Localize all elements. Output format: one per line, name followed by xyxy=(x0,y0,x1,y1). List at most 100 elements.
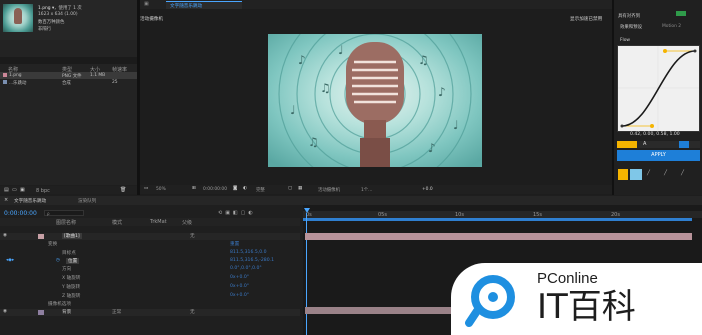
col-trkmat[interactable]: TrkMat xyxy=(150,219,167,225)
playhead-line xyxy=(306,213,307,335)
selected-tool-button[interactable] xyxy=(679,141,689,148)
roi-icon[interactable]: ▢ xyxy=(288,186,292,191)
tab-composition[interactable]: 文字随音乐跳动 xyxy=(166,1,242,9)
camera-dropdown[interactable]: 活动摄像机 xyxy=(318,187,340,193)
layer-bar-camera[interactable] xyxy=(305,233,692,240)
trash-icon[interactable]: 🗑 xyxy=(120,187,126,193)
curve-tools: A xyxy=(617,141,700,148)
prop-value[interactable]: 811.5,316.5,0.0 xyxy=(230,250,267,255)
toggle-switch[interactable] xyxy=(676,11,686,16)
preset-thumb[interactable] xyxy=(618,169,628,180)
eye-icon[interactable]: ◉ xyxy=(3,233,7,238)
col-parent[interactable]: 父级 xyxy=(182,219,192,226)
project-row-comp[interactable]: ...乐跳动 合成 25 xyxy=(0,79,137,86)
keyframe-nav-icon[interactable]: ◂◆▸ xyxy=(6,258,14,263)
lock-icon[interactable]: ▣ xyxy=(144,1,149,7)
close-icon[interactable]: × xyxy=(4,197,8,203)
item-colors: 数百万种颜色 xyxy=(38,20,65,25)
item-name[interactable]: 1.png ▾ xyxy=(38,6,54,11)
tab-timeline[interactable]: 文字随音乐跳动 xyxy=(14,198,46,204)
curve-graph[interactable] xyxy=(617,45,700,132)
svg-text:♩: ♩ xyxy=(290,103,296,117)
parent-dropdown[interactable]: 无 xyxy=(190,233,195,239)
preset-thumb[interactable]: ╱ xyxy=(647,170,650,176)
col-source[interactable]: 图层名称 xyxy=(56,219,76,226)
prop-value[interactable]: 0x+0.0° xyxy=(230,284,249,289)
prop-value[interactable]: 0x+0.0° xyxy=(230,293,249,298)
label-color[interactable] xyxy=(38,310,44,315)
interpret-icon[interactable]: ▤ xyxy=(4,187,9,193)
svg-text:♩: ♩ xyxy=(338,43,344,57)
col-mode[interactable]: 模式 xyxy=(112,219,122,226)
prop-value[interactable]: 0x+0.0° xyxy=(230,275,249,280)
new-comp-icon[interactable]: ▣ xyxy=(20,187,25,193)
work-area-bar[interactable] xyxy=(303,218,692,221)
prop-row[interactable]: 方向 0.0°,0.0°,0.0° xyxy=(0,266,300,273)
preset-thumb[interactable] xyxy=(630,169,642,180)
prop-value[interactable]: 0.0°,0.0°,0.0° xyxy=(230,266,262,271)
layer-columns: 图层名称 模式 TrkMat 父级 xyxy=(0,218,300,226)
eye-icon[interactable]: ◉ xyxy=(3,309,7,314)
preset-thumb[interactable]: ╱ xyxy=(664,170,667,176)
transform-label: 变换 xyxy=(48,242,58,247)
snapshot-icon[interactable]: ◙ xyxy=(233,186,237,191)
prop-row[interactable]: ◂◆▸ ◷ 位置 811.5,316.5,-280.1 xyxy=(0,258,300,265)
project-footer: ▤ ▭ ▣ 8 bpc 🗑 xyxy=(0,186,137,194)
zoom-dropdown[interactable]: 50% xyxy=(156,187,166,192)
active-camera-label: 活动摄像机 xyxy=(140,17,163,22)
prop-row[interactable]: Z 轴旋转 0x+0.0° xyxy=(0,293,300,300)
text-tool-icon[interactable]: A xyxy=(643,141,646,147)
apply-button[interactable]: APPLY xyxy=(617,150,700,161)
mask-icon[interactable]: ▭ xyxy=(144,186,148,191)
composition-icon xyxy=(3,80,7,84)
prop-row[interactable]: 目标点 811.5,316.5,0.0 xyxy=(0,250,300,257)
transparency-icon[interactable]: ▦ xyxy=(298,186,302,191)
ease-tool-button[interactable] xyxy=(617,141,637,148)
label-color[interactable] xyxy=(38,234,44,239)
transform-group[interactable]: 变换 重置 xyxy=(0,240,300,247)
svg-text:♫: ♫ xyxy=(320,81,331,95)
layer-row-camera[interactable]: ◉ [歌曲1] 无 xyxy=(0,233,300,240)
tab-effects[interactable]: 效果和预设 xyxy=(620,24,642,30)
switch-icons[interactable]: ⟲▣◧▢◐ xyxy=(218,210,256,216)
timeline-search-input[interactable]: ρ xyxy=(44,210,84,216)
item-dims: 1623 x 634 (1.00) xyxy=(38,12,78,17)
bpc-label[interactable]: 8 bpc xyxy=(36,188,50,194)
time-ruler[interactable]: 0s 05s 10s 15s 20s xyxy=(303,211,702,218)
camera-options-row[interactable]: 摄像机选项 xyxy=(0,301,300,308)
timeline-timecode[interactable]: 0:00:00:00 xyxy=(4,210,37,217)
color-icon[interactable]: ◐ xyxy=(243,186,247,191)
viewer-timecode[interactable]: 0:00:00:00 xyxy=(203,187,227,192)
project-row-png[interactable]: 1.png PNG 文件 1.1 MB xyxy=(0,72,137,79)
viewer-controls: ▭ 50% ⊞ 0:00:00:00 ◙ ◐ 完整 ▢ ▦ 活动摄像机 1个..… xyxy=(140,185,612,194)
reset-link[interactable]: 重置 xyxy=(230,241,239,247)
exposure-value[interactable]: +0.0 xyxy=(422,187,433,192)
playhead[interactable] xyxy=(304,208,310,213)
item-interlace: 非隔行 xyxy=(38,27,52,32)
views-dropdown[interactable]: 1个... xyxy=(361,187,372,193)
layer-row-bg[interactable]: ◉ 背景 正常 无 xyxy=(0,309,300,316)
preset-thumb[interactable]: ╱ xyxy=(681,170,684,176)
parent-dropdown[interactable]: 无 xyxy=(190,309,195,315)
curve-values[interactable]: 0.42, 0.00, 0.58, 1.00 xyxy=(630,132,680,137)
tab-render-queue[interactable]: 渲染队列 xyxy=(78,198,96,204)
flow-title: Flow xyxy=(620,38,631,43)
stopwatch-icon[interactable]: ◷ xyxy=(56,258,60,263)
folder-icon[interactable]: ▭ xyxy=(12,187,17,193)
prop-row[interactable]: X 轴旋转 0x+0.0° xyxy=(0,275,300,282)
resolution-dropdown[interactable]: 完整 xyxy=(256,187,265,193)
tab-motion[interactable]: Motion 2 xyxy=(662,24,681,29)
layer-name[interactable]: [歌曲1] xyxy=(62,233,82,239)
project-columns: 名称 类型 大小 帧速率 xyxy=(0,65,137,73)
project-search-input[interactable] xyxy=(0,57,137,64)
row-rate: 25 xyxy=(112,80,118,85)
row-name: 1.png xyxy=(9,73,22,78)
mode-dropdown[interactable]: 正常 xyxy=(112,309,121,315)
prop-value[interactable]: 811.5,316.5,-280.1 xyxy=(230,258,274,263)
layer-name[interactable]: 背景 xyxy=(62,309,71,315)
align-label: 具有对齐到 xyxy=(618,14,640,19)
grid-icon[interactable]: ⊞ xyxy=(192,186,196,191)
prop-row[interactable]: Y 轴旋转 0x+0.0° xyxy=(0,284,300,291)
comp-canvas[interactable]: ♪ ♫ ♩ ♫ ♪ ♩ ♫ ♪ ♩ xyxy=(268,34,482,167)
image-icon xyxy=(3,73,7,77)
